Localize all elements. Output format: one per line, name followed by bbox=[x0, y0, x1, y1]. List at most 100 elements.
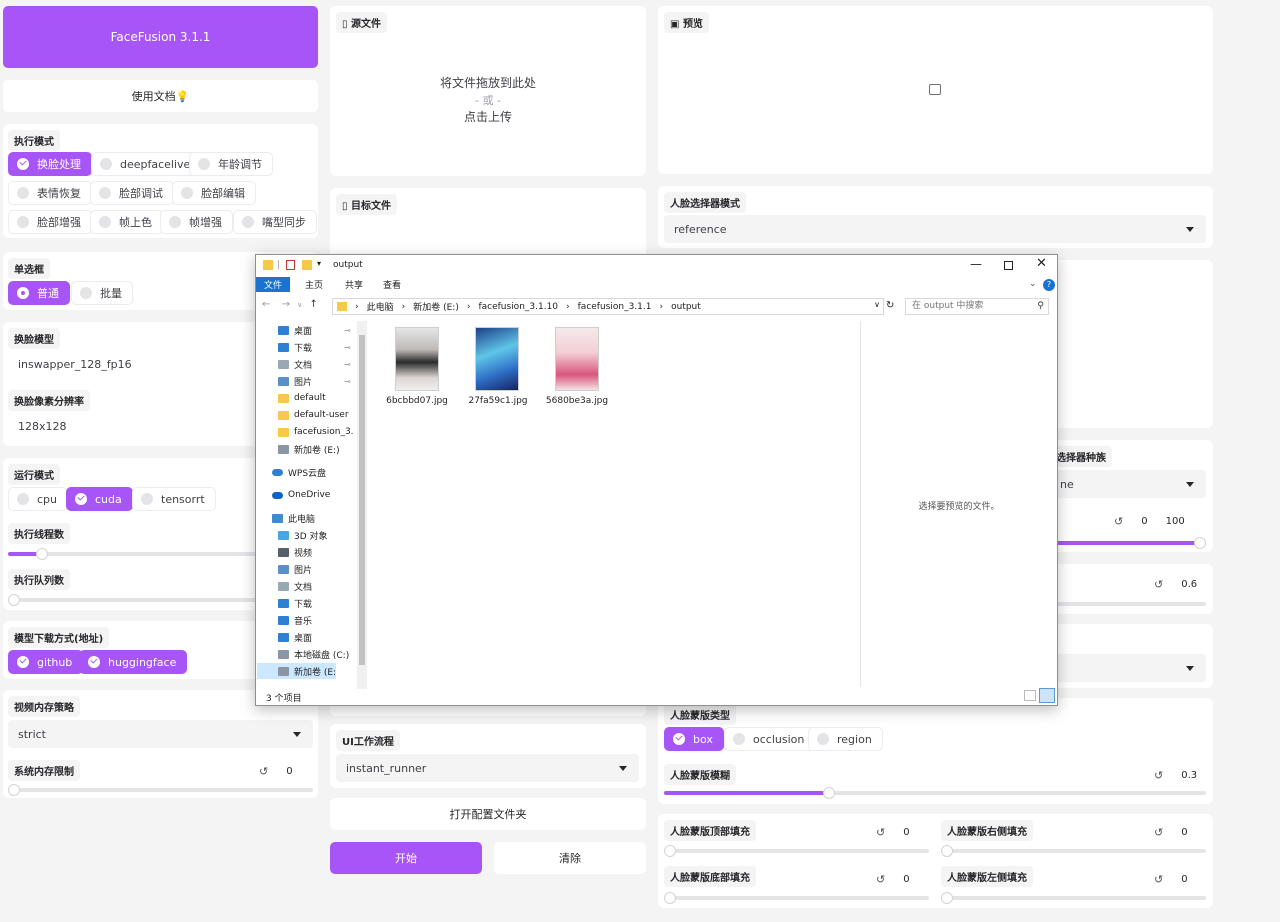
app-title-button[interactable]: FaceFusion 3.1.1 bbox=[3, 6, 318, 68]
tab-home[interactable]: 主页 bbox=[296, 277, 332, 292]
slider-knob[interactable] bbox=[36, 548, 48, 560]
file-thumbnail[interactable] bbox=[395, 327, 439, 391]
nav-item[interactable]: 3D 对象 bbox=[278, 527, 328, 543]
pad-right-slider[interactable] bbox=[941, 845, 1206, 857]
pad-top-number[interactable]: ↺ 0 bbox=[876, 826, 910, 839]
nav-scrollbar[interactable] bbox=[357, 321, 367, 689]
option-github[interactable]: github bbox=[8, 650, 84, 674]
distance-slider[interactable] bbox=[1050, 602, 1206, 606]
tab-view[interactable]: 查看 bbox=[374, 277, 410, 292]
reset-icon[interactable]: ↺ bbox=[1154, 873, 1163, 886]
pad-left-slider[interactable] bbox=[941, 892, 1206, 904]
breadcrumb-item[interactable]: 新加卷 (E:) bbox=[413, 300, 459, 313]
back-icon[interactable]: ← bbox=[262, 299, 270, 310]
breadcrumb-item[interactable]: 此电脑 bbox=[367, 300, 394, 313]
navigation-pane[interactable]: 桌面 ⊸ 下载 ⊸ 文档 ⊸ 图片 ⊸ default default-user facefusio… bbox=[256, 321, 368, 691]
nav-item[interactable]: 文档 ⊸ bbox=[278, 356, 351, 372]
video-memory-select[interactable]: strict bbox=[8, 720, 313, 748]
option-normal[interactable]: 普通 bbox=[8, 281, 70, 305]
nav-item[interactable]: 新加卷 (E:) bbox=[278, 441, 340, 457]
source-file-panel[interactable]: ▯ 源文件 将文件拖放到此处 - 或 - 点击上传 bbox=[330, 6, 646, 176]
recent-dropdown-icon[interactable]: ∨ bbox=[297, 301, 302, 309]
option-face-swap[interactable]: 换脸处理 bbox=[8, 152, 92, 176]
properties-icon[interactable] bbox=[286, 260, 295, 270]
maximize-icon[interactable] bbox=[1004, 261, 1013, 270]
nav-item[interactable]: 桌面 bbox=[278, 629, 312, 645]
nav-item[interactable]: facefusion_3.1.1 bbox=[278, 424, 354, 440]
reset-icon[interactable]: ↺ bbox=[259, 765, 268, 778]
option-age-modifier[interactable]: 年龄调节 bbox=[189, 152, 273, 176]
system-memory-number[interactable]: ↺ 0 bbox=[259, 765, 293, 778]
nav-item[interactable]: WPS云盘 bbox=[272, 464, 326, 480]
option-box[interactable]: box bbox=[664, 727, 724, 751]
selector-race-select[interactable]: ne bbox=[1050, 470, 1206, 498]
click-upload-text[interactable]: 点击上传 bbox=[330, 108, 646, 125]
ui-workflow-select[interactable]: instant_runner bbox=[336, 754, 639, 782]
docs-button[interactable]: 使用文档💡 bbox=[3, 80, 318, 112]
option-face-enhancer[interactable]: 脸部增强 bbox=[8, 210, 92, 234]
slider-knob[interactable] bbox=[1194, 537, 1206, 549]
large-icons-view-icon[interactable] bbox=[1039, 688, 1055, 703]
help-icon[interactable]: ? bbox=[1043, 279, 1055, 291]
breadcrumb-item[interactable]: output bbox=[671, 302, 701, 312]
file-list[interactable]: 6bcbbd07.jpg 27fa59c1.jpg 5680be3a.jpg bbox=[371, 321, 861, 691]
tab-file[interactable]: 文件 bbox=[256, 277, 290, 292]
nav-item[interactable]: 新加卷 (E:) bbox=[257, 663, 336, 679]
reset-icon[interactable]: ↺ bbox=[876, 873, 885, 886]
option-tensorrt[interactable]: tensorrt bbox=[132, 487, 216, 511]
nav-item[interactable]: 图片 bbox=[278, 561, 312, 577]
address-bar[interactable]: › 此电脑 › 新加卷 (E:) › facefusion_3.1.10 › f… bbox=[332, 298, 884, 315]
reset-icon[interactable]: ↺ bbox=[1114, 515, 1123, 528]
close-icon[interactable]: ✕ bbox=[1036, 256, 1047, 271]
breadcrumb-item[interactable]: facefusion_3.1.1 bbox=[578, 302, 652, 312]
nav-item[interactable]: 此电脑 bbox=[272, 510, 315, 526]
nav-item[interactable]: 视频 bbox=[278, 544, 312, 560]
nav-item[interactable]: default-user bbox=[278, 407, 349, 423]
nav-item[interactable]: 文档 bbox=[278, 578, 312, 594]
open-config-button[interactable]: 打开配置文件夹 bbox=[330, 798, 646, 830]
file-name[interactable]: 6bcbbd07.jpg bbox=[377, 396, 457, 406]
face-model-select[interactable] bbox=[1050, 654, 1206, 682]
option-region[interactable]: region bbox=[808, 727, 883, 751]
option-frame-colorizer[interactable]: 帧上色 bbox=[90, 210, 163, 234]
nav-item[interactable]: 下载 bbox=[278, 595, 312, 611]
nav-item[interactable]: 图片 ⊸ bbox=[278, 373, 351, 389]
mask-blur-slider[interactable] bbox=[664, 787, 1206, 799]
nav-item[interactable]: 桌面 ⊸ bbox=[278, 322, 351, 338]
option-face-debugger[interactable]: 脸部调试 bbox=[90, 181, 174, 205]
option-cuda[interactable]: cuda bbox=[66, 487, 133, 511]
up-icon[interactable]: ↑ bbox=[309, 299, 317, 310]
pad-top-slider[interactable] bbox=[664, 845, 929, 857]
forward-icon[interactable]: → bbox=[282, 299, 290, 310]
start-button[interactable]: 开始 bbox=[330, 842, 482, 874]
nav-item[interactable]: OneDrive bbox=[272, 487, 330, 503]
option-batch[interactable]: 批量 bbox=[71, 281, 133, 305]
quick-access-dropdown-icon[interactable]: ▾ bbox=[317, 259, 321, 268]
nav-item[interactable]: default bbox=[278, 390, 326, 406]
file-thumbnail[interactable] bbox=[475, 327, 519, 391]
slider-knob[interactable] bbox=[823, 787, 835, 799]
slider-knob[interactable] bbox=[664, 845, 676, 857]
pad-right-number[interactable]: ↺ 0 bbox=[1154, 826, 1188, 839]
mask-blur-number[interactable]: ↺ 0.3 bbox=[1154, 769, 1197, 782]
breadcrumb-item[interactable]: facefusion_3.1.10 bbox=[478, 302, 558, 312]
nav-item[interactable]: 本地磁盘 (C:) bbox=[278, 646, 349, 662]
age-range-slider[interactable] bbox=[1050, 537, 1206, 549]
pad-bottom-number[interactable]: ↺ 0 bbox=[876, 873, 910, 886]
option-huggingface[interactable]: huggingface bbox=[79, 650, 188, 674]
slider-knob[interactable] bbox=[941, 892, 953, 904]
reset-icon[interactable]: ↺ bbox=[1154, 769, 1163, 782]
clear-button[interactable]: 清除 bbox=[494, 842, 646, 874]
new-folder-icon[interactable] bbox=[302, 260, 312, 270]
nav-item[interactable]: 下载 ⊸ bbox=[278, 339, 351, 355]
age-range-number[interactable]: ↺ 0 100 bbox=[1114, 515, 1185, 528]
slider-knob[interactable] bbox=[8, 784, 20, 796]
pad-left-number[interactable]: ↺ 0 bbox=[1154, 873, 1188, 886]
pad-bottom-slider[interactable] bbox=[664, 892, 929, 904]
tab-share[interactable]: 共享 bbox=[336, 277, 372, 292]
selector-mode-select[interactable]: reference bbox=[664, 215, 1206, 243]
slider-knob[interactable] bbox=[941, 845, 953, 857]
title-bar[interactable]: | ▾ output — ✕ bbox=[256, 255, 1057, 277]
distance-number[interactable]: ↺ 0.6 bbox=[1154, 578, 1197, 591]
ribbon-expand-icon[interactable]: ⌄ bbox=[1029, 279, 1037, 289]
